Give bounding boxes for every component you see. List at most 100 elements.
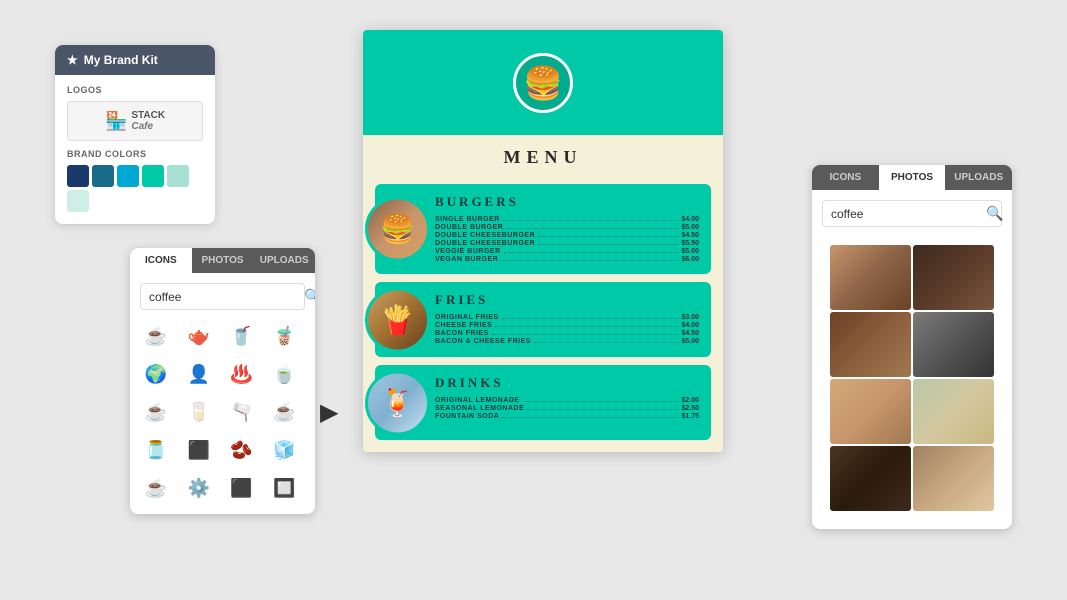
photos-tab-uploads[interactable]: UPLOADS (945, 165, 1012, 190)
icon-item-14[interactable]: ⬛ (183, 434, 215, 466)
item-price: $1.75 (681, 413, 699, 420)
blender-icon: 🔲 (273, 478, 295, 499)
photos-search-bar: 🔍 (822, 200, 1002, 227)
icon-item-10[interactable]: 🥛 (183, 396, 215, 428)
item-dots (527, 409, 678, 410)
photos-tab-icons[interactable]: ICONS (812, 165, 879, 190)
icon-item-19[interactable]: ⬛ (226, 472, 258, 504)
coffee-to-go-icon: 🫙 (145, 440, 167, 461)
icon-item-6[interactable]: 👤 (183, 358, 215, 390)
item-dots (504, 252, 679, 253)
item-dots (495, 326, 678, 327)
search-button[interactable]: 🔍 (304, 288, 315, 305)
menu-item-row: VEGAN BURGER $6.00 (435, 256, 699, 263)
photos-search-button[interactable]: 🔍 (986, 205, 1003, 222)
item-dots (501, 260, 678, 261)
menu-item-row: DOUBLE BURGER $5.00 (435, 224, 699, 231)
photo-moka[interactable] (913, 312, 994, 377)
menu-item-row: DOUBLE CHEESEBURGER $5.50 (435, 240, 699, 247)
icon-item-4[interactable]: 🧋 (268, 320, 300, 352)
menu-item-row: DOUBLE CHEESEBURGER $4.50 (435, 232, 699, 239)
color-swatches (67, 165, 203, 212)
hot-cup-icon: 🍵 (273, 364, 295, 385)
black-coffee-icon: ⬛ (188, 440, 210, 461)
photo-cafe[interactable] (913, 379, 994, 444)
icon-item-9[interactable]: ☕ (140, 396, 172, 428)
photo-shop[interactable] (913, 446, 994, 511)
burgers-image: 🍔 (365, 197, 430, 262)
globe-coffee-icon: 🌍 (145, 364, 167, 385)
icon-item-20[interactable]: 🔲 (268, 472, 300, 504)
item-name: DOUBLE CHEESEBURGER (435, 232, 535, 239)
color-swatch-4 (142, 165, 164, 187)
photos-search-input[interactable] (831, 207, 986, 221)
boba-icon: 🧋 (273, 326, 295, 347)
photo-beans[interactable] (830, 312, 911, 377)
menu-header: 🍔 (363, 30, 723, 135)
tab-icons[interactable]: ICONS (130, 248, 192, 273)
item-name: SINGLE BURGER (435, 216, 500, 223)
tab-photos[interactable]: PHOTOS (192, 248, 254, 273)
item-price: $6.00 (681, 256, 699, 263)
item-price: $5.00 (681, 338, 699, 345)
photo-latte[interactable] (830, 245, 911, 310)
icon-item-17[interactable]: ☕ (140, 472, 172, 504)
photo-dark[interactable] (913, 245, 994, 310)
item-name: DOUBLE BURGER (435, 224, 503, 231)
cursor-arrow: ▶ (320, 398, 338, 427)
item-name: VEGAN BURGER (435, 256, 498, 263)
icon-item-7[interactable]: ♨️ (226, 358, 258, 390)
milk-icon: 🥛 (188, 402, 210, 423)
photo-espresso[interactable] (830, 446, 911, 511)
menu-section-fries: 🍟 FRIES ORIGINAL FRIES $3.00 CHEESE FRIE… (375, 282, 711, 357)
icon-item-13[interactable]: 🫙 (140, 434, 172, 466)
icon-item-3[interactable]: 🥤 (226, 320, 258, 352)
icon-item-12[interactable]: ☕ (268, 396, 300, 428)
photo-cup[interactable] (830, 379, 911, 444)
icon-item-18[interactable]: ⚙️ (183, 472, 215, 504)
ice-coffee-icon: 🧊 (273, 440, 295, 461)
item-price: $4.50 (681, 232, 699, 239)
item-price: $4.00 (681, 322, 699, 329)
beans-icon: 🫘 (230, 440, 252, 461)
fries-image: 🍟 (365, 287, 430, 352)
item-dots (538, 244, 678, 245)
menu-canvas[interactable]: 🍔 MENU 🍔 BURGERS SINGLE BURGER $4.00 DOU… (363, 30, 723, 452)
star-icon: ★ (67, 53, 78, 67)
logo-icon: 🏪 (105, 111, 127, 132)
icon-item-11[interactable]: 🫗 (226, 396, 258, 428)
search-input[interactable] (149, 290, 304, 304)
item-dots (502, 417, 678, 418)
item-price: $2.50 (681, 405, 699, 412)
item-dots (538, 236, 678, 237)
item-dots (502, 318, 679, 319)
menu-item-row: FOUNTAIN SODA $1.75 (435, 413, 699, 420)
icon-item-16[interactable]: 🧊 (268, 434, 300, 466)
menu-item-row: VEGGIE BURGER $5.00 (435, 248, 699, 255)
menu-title: MENU (363, 135, 723, 176)
photos-tab-photos[interactable]: PHOTOS (879, 165, 946, 190)
photos-panel: ICONS PHOTOS UPLOADS 🔍 (812, 165, 1012, 529)
icon-item-15[interactable]: 🫘 (226, 434, 258, 466)
drinks-title: DRINKS (435, 375, 699, 391)
icons-panel-tabs: ICONS PHOTOS UPLOADS (130, 248, 315, 273)
photos-panel-tabs: ICONS PHOTOS UPLOADS (812, 165, 1012, 190)
menu-item-row: ORIGINAL LEMONADE $2.00 (435, 397, 699, 404)
fries-title: FRIES (435, 292, 699, 308)
icon-item-8[interactable]: 🍵 (268, 358, 300, 390)
menu-item-row: BACON & CHEESE FRIES $5.00 (435, 338, 699, 345)
tab-uploads[interactable]: UPLOADS (253, 248, 315, 273)
icon-item-5[interactable]: 🌍 (140, 358, 172, 390)
item-dots (503, 220, 679, 221)
takeaway-icon: 🫗 (230, 402, 252, 423)
person-coffee-icon: 👤 (188, 364, 210, 385)
item-name: FOUNTAIN SODA (435, 413, 499, 420)
steam-coffee-icon: ♨️ (230, 364, 252, 385)
icon-item-1[interactable]: ☕ (140, 320, 172, 352)
item-price: $4.00 (681, 216, 699, 223)
item-name: CHEESE FRIES (435, 322, 492, 329)
item-dots (492, 334, 679, 335)
item-name: ORIGINAL FRIES (435, 314, 499, 321)
color-swatch-1 (67, 165, 89, 187)
icon-item-2[interactable]: 🫖 (183, 320, 215, 352)
